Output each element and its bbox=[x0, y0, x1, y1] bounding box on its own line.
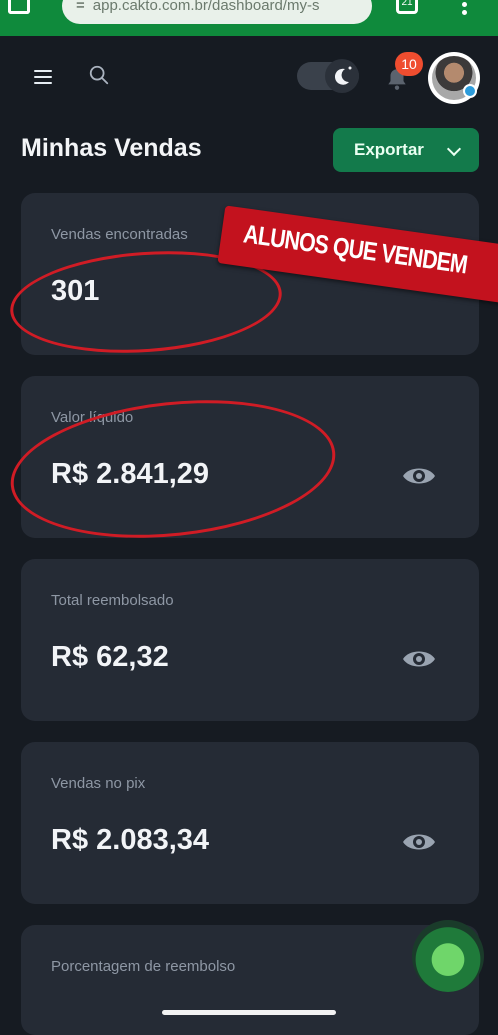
avatar[interactable] bbox=[428, 52, 480, 104]
more-options-icon[interactable] bbox=[462, 0, 468, 16]
chevron-down-icon bbox=[446, 141, 462, 157]
home-icon[interactable] bbox=[8, 0, 30, 14]
export-button-label: Exportar bbox=[354, 140, 424, 159]
card-vendas-no-pix: Vendas no pix R$ 2.083,34 bbox=[21, 742, 479, 904]
card-label: Vendas no pix bbox=[51, 775, 146, 792]
tab-count: 21 bbox=[401, 0, 413, 8]
eye-icon[interactable] bbox=[401, 464, 437, 488]
card-label: Porcentagem de reembolso bbox=[51, 958, 236, 975]
card-total-reembolsado: Total reembolsado R$ 62,32 bbox=[21, 559, 479, 721]
address-bar[interactable]: = app.cakto.com.br/dashboard/my-s bbox=[62, 0, 372, 24]
page-title: Minhas Vendas bbox=[21, 134, 202, 162]
browser-toolbar: = app.cakto.com.br/dashboard/my-s 21 bbox=[0, 0, 498, 36]
card-label: Vendas encontradas bbox=[51, 226, 188, 243]
app-header: 10 bbox=[0, 36, 498, 122]
eye-icon[interactable] bbox=[401, 830, 437, 854]
gesture-home-bar[interactable] bbox=[162, 1010, 336, 1015]
url-text: app.cakto.com.br/dashboard/my-s bbox=[92, 0, 320, 14]
moon-icon bbox=[325, 59, 359, 93]
theme-toggle[interactable] bbox=[297, 59, 359, 93]
card-label: Total reembolsado bbox=[51, 592, 174, 609]
card-value: R$ 62,32 bbox=[51, 641, 169, 673]
card-value: R$ 2.083,34 bbox=[51, 824, 210, 856]
eye-icon[interactable] bbox=[401, 647, 437, 671]
chat-mascot-icon[interactable] bbox=[412, 920, 484, 992]
site-settings-icon[interactable]: = bbox=[76, 0, 85, 14]
search-icon[interactable] bbox=[88, 64, 110, 86]
hamburger-menu-icon[interactable] bbox=[34, 70, 52, 88]
export-button[interactable]: Exportar bbox=[333, 128, 479, 172]
tabs-icon[interactable]: 21 bbox=[396, 0, 418, 14]
notification-badge: 10 bbox=[395, 52, 423, 76]
card-porcentagem-reembolso: Porcentagem de reembolso bbox=[21, 925, 479, 1035]
